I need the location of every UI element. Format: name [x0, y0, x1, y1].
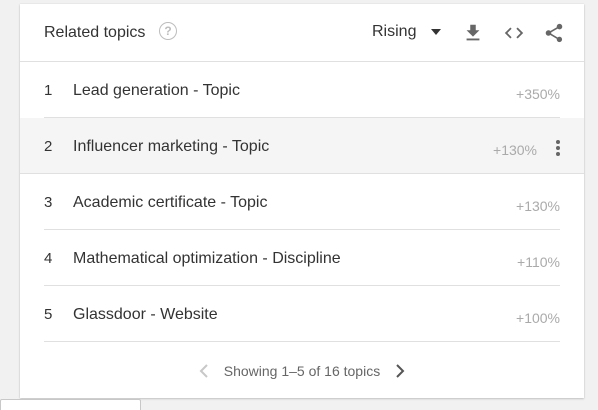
rising-dropdown[interactable]: Rising [372, 23, 442, 41]
previous-page-icon[interactable] [198, 363, 210, 379]
row-topic-link[interactable]: Glassdoor - Website [73, 306, 218, 324]
dropdown-arrow-icon [431, 29, 442, 35]
row-rank: 5 [44, 306, 53, 323]
card-title: Related topics [44, 24, 146, 41]
row-value: +130% [493, 142, 537, 158]
next-page-icon[interactable] [394, 363, 406, 379]
table-row[interactable]: 5 Glassdoor - Website +100% [44, 286, 560, 342]
row-rank: 2 [44, 138, 53, 155]
code-icon[interactable] [503, 22, 525, 44]
help-icon[interactable]: ? [159, 22, 177, 40]
row-topic-link[interactable]: Academic certificate - Topic [73, 194, 267, 212]
bottom-tab-edge [0, 399, 141, 410]
dropdown-label: Rising [372, 23, 417, 40]
table-row[interactable]: 1 Lead generation - Topic +350% [44, 62, 560, 118]
row-topic-link[interactable]: Mathematical optimization - Discipline [73, 250, 341, 268]
share-icon[interactable] [543, 22, 565, 44]
row-topic-link[interactable]: Lead generation - Topic [73, 82, 240, 100]
row-value: +100% [516, 310, 560, 326]
download-icon[interactable] [462, 22, 484, 44]
table-row[interactable]: 2 Influencer marketing - Topic +130% [20, 118, 584, 174]
table-row[interactable]: 3 Academic certificate - Topic +130% [44, 174, 560, 230]
row-value: +130% [516, 198, 560, 214]
more-options-icon[interactable] [552, 138, 564, 158]
table-row[interactable]: 4 Mathematical optimization - Discipline… [44, 230, 560, 286]
row-rank: 4 [44, 250, 53, 267]
pagination-text: Showing 1–5 of 16 topics [223, 363, 381, 379]
pagination: Showing 1–5 of 16 topics [20, 356, 584, 386]
related-topics-card: Related topics ? Rising 1 Lead generatio… [20, 4, 584, 398]
card-header: Related topics ? Rising [20, 4, 584, 62]
row-topic-link[interactable]: Influencer marketing - Topic [73, 138, 269, 156]
row-value: +350% [516, 86, 560, 102]
row-rank: 3 [44, 194, 53, 211]
row-rank: 1 [44, 82, 53, 99]
row-value: +110% [517, 254, 560, 270]
